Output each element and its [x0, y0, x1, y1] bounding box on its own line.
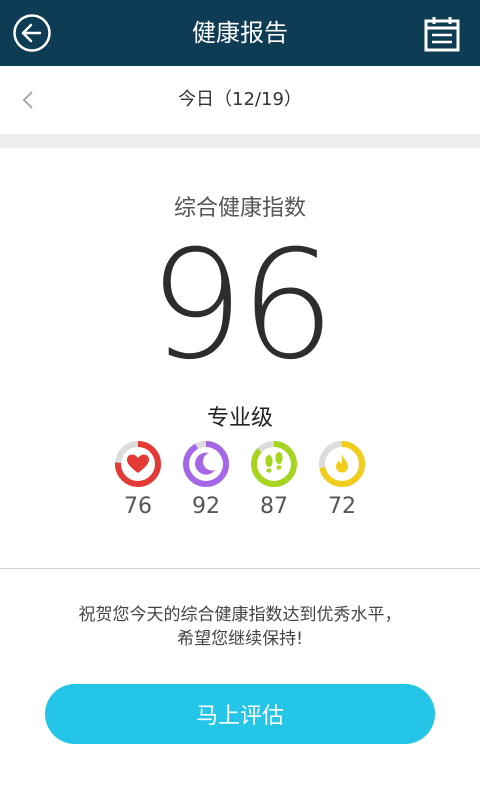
health-index-score: 96	[148, 219, 336, 393]
date-label: 今日（12/19）	[178, 89, 302, 110]
calendar-button[interactable]	[422, 14, 462, 54]
metric-value: 87	[260, 494, 288, 519]
page-title: 健康报告	[192, 19, 288, 47]
footprints-icon	[265, 452, 283, 473]
evaluate-now-button[interactable]: 马上评估	[45, 684, 435, 744]
moon-icon	[195, 452, 215, 475]
sleep-ring	[183, 441, 229, 487]
metric-calories[interactable]: 72	[318, 440, 366, 522]
date-selector: 今日（12/19）	[0, 66, 480, 134]
heart-ring	[115, 441, 161, 487]
metric-sleep[interactable]: 92	[182, 440, 230, 522]
calendar-icon	[424, 17, 460, 52]
section-separator	[0, 134, 480, 148]
metric-heart[interactable]: 76	[114, 440, 162, 522]
divider	[0, 568, 480, 569]
metric-value: 72	[328, 494, 356, 519]
metric-value: 92	[192, 494, 220, 519]
health-index-title: 综合健康指数	[173, 196, 306, 221]
heart-icon	[127, 454, 149, 473]
message-line-1: 祝贺您今天的综合健康指数达到优秀水平，	[78, 605, 402, 625]
flame-icon	[336, 454, 348, 473]
metric-value: 76	[124, 494, 152, 519]
metric-rings: 76 92 87 72	[0, 440, 480, 522]
calories-ring	[319, 441, 365, 487]
metric-steps[interactable]: 87	[250, 440, 298, 522]
top-app-bar: 健康报告	[0, 0, 480, 66]
health-level-label: 专业级	[206, 406, 273, 431]
message-line-2: 希望您继续保持!	[177, 629, 303, 649]
congratulation-message: 祝贺您今天的综合健康指数达到优秀水平， 希望您继续保持!	[0, 603, 480, 651]
steps-ring	[251, 441, 297, 487]
